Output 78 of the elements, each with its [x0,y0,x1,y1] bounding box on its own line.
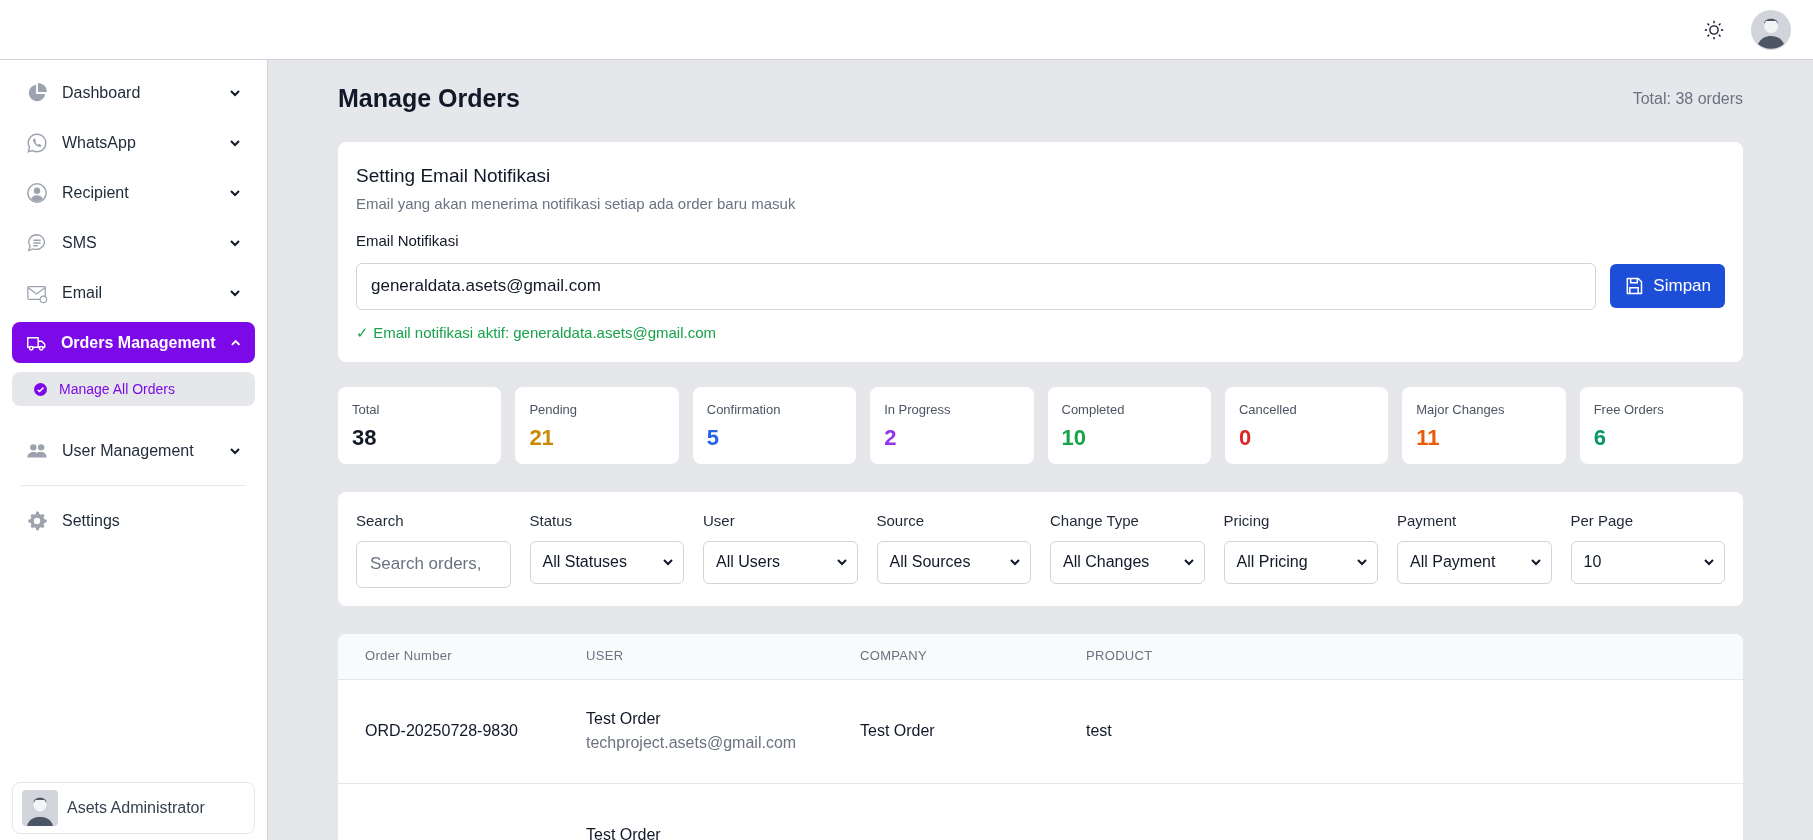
sidebar-item[interactable]: Dashboard [12,72,255,113]
stat-value: 0 [1238,423,1253,452]
filter-label: Status [529,511,574,531]
status-message: ✓ Email notifikasi aktif: generaldata.asets@gmail.com [356,322,718,343]
chevron-icon [1182,556,1195,568]
filter-label: User [703,511,736,531]
stat-label: Free Orders [1593,401,1665,419]
filter-dropdown[interactable]: All Changes [1050,540,1205,584]
column-header: PRODUCT [1085,647,1154,666]
stat-value: 5 [706,423,720,452]
stat-label: Confirmation [706,401,782,419]
chevron-icon [1703,556,1715,568]
field-label: Email Notifikasi [356,231,460,251]
filter-dropdown[interactable]: All Payment [1397,540,1552,584]
filter-label: Per Page [1570,511,1635,531]
sidebar-item[interactable]: User Management [12,430,255,471]
account-name: Asets Administrator [67,798,205,818]
stat-value: 6 [1593,423,1607,452]
card-title: Setting Email Notifikasi [356,164,552,188]
column-header: USER [585,647,625,666]
page-title: Manage Orders [338,83,520,115]
stat-label: Pending [529,401,579,419]
pie-chart-icon [26,81,48,104]
filter-label: Search [356,511,405,531]
stat-label: Major Changes [1416,401,1506,419]
filter-label: Payment [1397,511,1458,531]
submenu-item[interactable]: Manage All Orders [12,372,255,406]
avatar-icon[interactable] [1751,9,1791,50]
table-cell: Test Order [860,722,935,739]
user-name: Test Order [586,825,662,840]
chevron-icon [1529,556,1542,568]
save-button[interactable]: Simpan [1610,264,1725,308]
stat-value: 2 [884,423,898,452]
account-card[interactable]: Asets Administrator [12,782,255,834]
filter-label: Change Type [1050,511,1140,531]
chevron-icon [662,556,674,568]
chat-bubble-icon [26,231,48,254]
stat-value: 38 [352,423,378,452]
sidebar-item[interactable]: Recipient [12,172,255,213]
settings-icon [26,509,48,532]
filter-dropdown[interactable]: All Pricing [1223,540,1378,584]
filter-dropdown[interactable]: All Sources [876,540,1031,584]
card-subtitle: Email yang akan menerima notifikasi setiap ada order baru masuk [356,193,797,214]
filter-dropdown[interactable]: All Statuses [529,540,684,584]
avatar-icon [22,790,58,826]
email-field[interactable]: generaldata.asets@gmail.com [356,262,1597,310]
stat-value: 11 [1416,423,1441,452]
stat-label: In Progress [884,401,952,419]
user-circle-icon [26,181,48,204]
search-field[interactable]: Search orders, [356,540,511,588]
filter-label: Source [876,511,926,531]
user-email: techproject.asets@gmail.com [586,733,798,753]
column-header: COMPANY [859,647,929,666]
sun-icon[interactable] [1703,18,1725,41]
table-cell: test [1086,722,1112,739]
stat-label: Cancelled [1238,401,1298,419]
chevron-icon [1009,556,1021,568]
table-cell: ORD-20250728-9830 [365,722,518,739]
stat-label: Total [352,401,381,419]
chevron-icon [835,556,848,568]
filter-dropdown[interactable]: 10 [1570,540,1725,584]
stat-value: 10 [1061,423,1087,452]
total-orders: Total: 38 orders [1632,89,1743,109]
check-circle-icon [34,382,47,396]
save-icon [1624,276,1645,296]
sidebar-item[interactable]: Settings [12,500,255,541]
chat-phone-icon [26,131,48,154]
sidebar-item[interactable]: Orders Management [12,322,255,363]
sidebar-item[interactable]: Email [12,272,255,313]
user-name: Test Order [586,709,662,729]
column-header: Order Number [364,647,453,666]
sidebar-item[interactable]: WhatsApp [12,122,255,163]
filter-label: Pricing [1223,511,1271,531]
stat-value: 21 [529,423,555,452]
stat-label: Completed [1061,401,1126,419]
chevron-icon [1356,556,1368,568]
filter-dropdown[interactable]: All Users [703,540,858,584]
sidebar-item[interactable]: SMS [12,222,255,263]
